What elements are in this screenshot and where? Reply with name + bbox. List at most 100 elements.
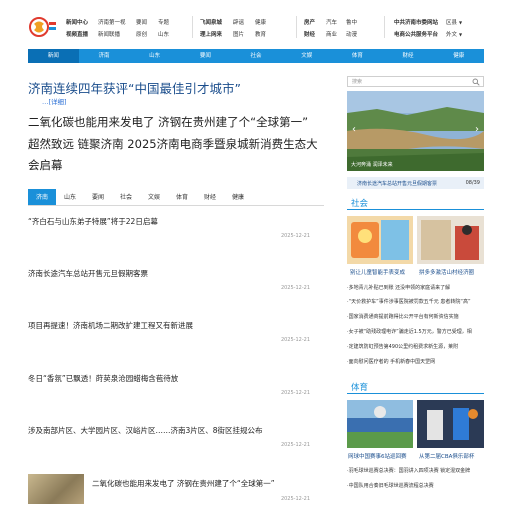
photo-slide[interactable]: ‹ › 大河奔涌 润泽未来 <box>347 91 484 171</box>
header-link[interactable]: 理上网来 <box>200 29 233 41</box>
header-link[interactable]: 区县 <box>446 17 457 29</box>
chevron-left-icon[interactable]: ‹ <box>349 123 359 137</box>
slide-title-bar: 济南长途汽车总站开售元旦假期客票 08/39 <box>347 177 484 189</box>
site-logo[interactable] <box>28 16 58 38</box>
chevron-down-icon[interactable]: ▼ <box>459 29 462 41</box>
header-link[interactable]: 电商公共服务平台 <box>394 29 446 41</box>
list-item[interactable]: ·中国队用合奏旧毛球世巡赛流程总决赛 <box>347 482 484 489</box>
more-link[interactable]: …[详细] <box>42 96 67 106</box>
news-title-link[interactable]: 冬日“香氛”已飘透！莳荬泉沧园蜡梅含苞待放 <box>28 373 324 384</box>
header-link[interactable]: 视频直播 <box>66 29 98 41</box>
pic-caption-link[interactable]: 从第二届CBA俱乐部杯 <box>419 452 474 460</box>
chevron-right-icon[interactable]: › <box>472 123 482 137</box>
nav-item[interactable]: 山东 <box>129 49 180 63</box>
search-input[interactable]: 搜索 <box>347 76 484 87</box>
search-icon[interactable] <box>472 78 480 86</box>
header-link[interactable]: 鲁中 <box>346 17 357 29</box>
sub-headline-link[interactable]: 会启幕 <box>28 157 63 173</box>
header-link[interactable]: 新闻中心 <box>66 17 98 29</box>
header-link[interactable]: 山东 <box>158 29 169 41</box>
header-link[interactable]: 图片 <box>233 29 255 41</box>
news-time: 2025-12-21 <box>280 442 310 448</box>
news-title-link[interactable]: 济南长途汽车总站开售元旦假期客票 <box>28 268 324 279</box>
news-time: 2025-12-21 <box>280 390 310 396</box>
main-nav: 新闻 济南 山东 要闻 社会 文娱 体育 财经 健康 <box>28 49 484 63</box>
pic-image <box>417 216 484 264</box>
tab-tiyu[interactable]: 体育 <box>168 189 196 205</box>
social-pic-2[interactable] <box>417 216 484 264</box>
nav-item[interactable]: 财经 <box>383 49 434 63</box>
news-time: 2025-12-21 <box>280 285 310 291</box>
header-link[interactable]: 外文 <box>446 29 457 41</box>
slide-title-link[interactable]: 济南长途汽车总站开售元旦假期客票 <box>357 180 437 187</box>
nav-item[interactable]: 社会 <box>231 49 282 63</box>
header-link[interactable]: 健康 <box>255 17 266 29</box>
header-link[interactable]: 教育 <box>255 29 266 41</box>
tab-jinan[interactable]: 济南 <box>28 189 56 205</box>
list-item[interactable]: ·多地青儿补贴已到账 还没申领的家庭请来了解 <box>347 284 484 291</box>
header-link[interactable]: 房产 <box>304 17 326 29</box>
nav-item[interactable]: 济南 <box>79 49 130 63</box>
pic-caption-link[interactable]: 拼多多激活山村经济圈 <box>419 268 474 276</box>
sub-headline-link[interactable]: 超然致远 链聚济南 2025济南电商季暨泉城新消费生态大 <box>28 136 318 152</box>
list-item[interactable]: ·“天价救护车”事件涉事医院被罚款五千元 患者转院“高” <box>347 298 484 305</box>
news-time: 2025-12-21 <box>280 337 310 343</box>
list-item: 涉及南部片区、大学园片区、汉峪片区……济南3片区、8街区挂规公布 2025-12… <box>28 425 324 448</box>
list-item: “齐白石与山东弟子特展”将于22日启幕 2025-12-21 <box>28 216 324 239</box>
header-link[interactable]: 中共济南市委网站 <box>394 17 446 29</box>
nav-item[interactable]: 文娱 <box>281 49 332 63</box>
news-time: 2025-12-21 <box>280 496 310 502</box>
header-link[interactable]: 动漫 <box>346 29 357 41</box>
nav-item[interactable]: 健康 <box>433 49 484 63</box>
list-item[interactable]: ·面向慰问医疗者的 手机新春中国天罡网 <box>347 358 484 365</box>
header-group-news: 新闻中心 济南第一视 要闻 专题 视频直播 新闻联播 原创 山东 <box>66 17 169 41</box>
nav-item[interactable]: 新闻 <box>28 49 79 63</box>
list-item[interactable]: ·定建筑防虹预告第490公里约租费求新生源，莱附 <box>347 343 484 350</box>
sub-headline-link[interactable]: 二氧化碳也能用来发电了 济钢在贵州建了个“全球第一” <box>28 114 308 130</box>
header-link[interactable]: 飞闻泉城 <box>200 17 233 29</box>
sports-pic-1[interactable] <box>347 400 413 448</box>
chevron-down-icon[interactable]: ▼ <box>459 17 462 29</box>
header-group-biz: 房产 汽车 鲁中 财经 商业 动漫 <box>304 17 357 41</box>
list-item: 项目再提速！济南机场二期改扩建工程又有新进展 2025-12-21 <box>28 320 324 343</box>
tab-caijing[interactable]: 财经 <box>196 189 224 205</box>
header-link[interactable]: 商业 <box>326 29 346 41</box>
section-title[interactable]: 体育 <box>351 381 368 393</box>
header-link[interactable]: 济南第一视 <box>98 17 136 29</box>
pic-caption-link[interactable]: 网球中国赛事6站巡回赛 <box>348 452 407 460</box>
tab-shandong[interactable]: 山东 <box>56 189 84 205</box>
sports-pic-2[interactable] <box>417 400 484 448</box>
header-divider <box>296 16 297 38</box>
header-link[interactable]: 要闻 <box>136 17 158 29</box>
section-header-social: 社会 <box>347 196 484 210</box>
list-item[interactable]: ·羽毛球世巡赛总决赛：国羽讲入四项决赛 锁定混双金牌 <box>347 467 484 474</box>
tab-jiankang[interactable]: 健康 <box>224 189 252 205</box>
nav-item[interactable]: 要闻 <box>180 49 231 63</box>
list-item[interactable]: ·女子被“助残政理电诈”骗走近1.5万元，警方已受理，相 <box>347 328 484 335</box>
tab-shehui[interactable]: 社会 <box>112 189 140 205</box>
news-title-link[interactable]: “齐白石与山东弟子特展”将于22日启幕 <box>28 216 324 227</box>
slide-image <box>347 91 484 171</box>
tab-yaowen[interactable]: 要闻 <box>84 189 112 205</box>
header-link[interactable]: 原创 <box>136 29 158 41</box>
list-item[interactable]: ·国家消费通商提前跑得比公开平台有何新资信实施 <box>347 313 484 320</box>
headline-link[interactable]: 济南连续四年获评“中国最佳引才城市” <box>28 78 241 97</box>
section-header-sports: 体育 <box>347 380 484 394</box>
news-title-link[interactable]: 项目再提速！济南机场二期改扩建工程又有新进展 <box>28 320 324 331</box>
search-placeholder: 搜索 <box>352 79 363 85</box>
news-thumbnail[interactable] <box>28 474 84 504</box>
header-link[interactable]: 新闻联播 <box>98 29 136 41</box>
news-title-link[interactable]: 涉及南部片区、大学园片区、汉峪片区……济南3片区、8街区挂规公布 <box>28 425 324 436</box>
section-title[interactable]: 社会 <box>351 197 368 209</box>
header-link[interactable]: 汽车 <box>326 17 346 29</box>
header-link[interactable]: 财经 <box>304 29 326 41</box>
header-link[interactable]: 专题 <box>158 17 169 29</box>
nav-item[interactable]: 体育 <box>332 49 383 63</box>
pic-image <box>417 400 484 448</box>
tab-wenyu[interactable]: 文娱 <box>140 189 168 205</box>
page: 新闻中心 济南第一视 要闻 专题 视频直播 新闻联播 原创 山东 飞闻泉城 辟谣 健康 理上网来… <box>0 0 512 512</box>
news-title-link[interactable]: 二氧化碳也能用来发电了 济钢在贵州建了个“全球第一” <box>92 478 275 489</box>
social-pic-1[interactable] <box>347 216 413 264</box>
pic-caption-link[interactable]: 别让儿童智能手表变成 <box>350 268 405 276</box>
header-link[interactable]: 辟谣 <box>233 17 255 29</box>
